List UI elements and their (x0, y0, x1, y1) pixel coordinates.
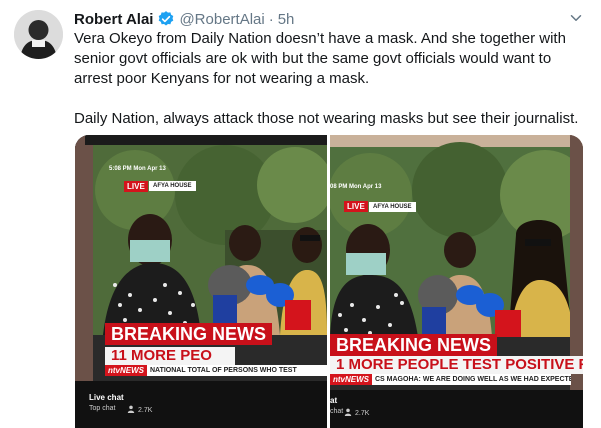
viewer-count-value: 2.7K (355, 409, 370, 417)
tweet-media: 5:08 PM Mon Apr 13 LIVE AFYA HOUSE BREAK… (75, 135, 583, 428)
ticker-text: NATIONAL TOTAL OF PERSONS WHO TEST (150, 367, 297, 374)
viewer-count: 2.7K (127, 405, 152, 415)
live-chat-bar: Live chat Top chat 2.7K (75, 381, 327, 428)
news-headline: 1 MORE PEOPLE TEST POSITIVE FOR C (330, 356, 583, 374)
news-ticker: ntvNEWS NATIONAL TOTAL OF PERSONS WHO TE… (105, 365, 327, 376)
ticker-text: CS MAGOHA: WE ARE DOING WELL AS WE HAD E… (375, 376, 571, 383)
tweet-text: Vera Okeyo from Daily Nation doesn’t hav… (74, 29, 589, 129)
separator-dot: · (268, 10, 274, 28)
tv-clock: 08 PM Mon Apr 13 (330, 184, 382, 190)
media-photo-right[interactable]: 08 PM Mon Apr 13 LIVE AFYA HOUSE BREAKIN… (330, 135, 583, 428)
media-photo-left[interactable]: 5:08 PM Mon Apr 13 LIVE AFYA HOUSE BREAK… (75, 135, 327, 428)
breaking-news-banner: BREAKING NEWS (330, 334, 498, 356)
location-badge: AFYA HOUSE (369, 202, 416, 212)
person-icon (344, 408, 352, 418)
tweet-paragraph: Vera Okeyo from Daily Nation doesn’t hav… (74, 30, 566, 87)
author-handle[interactable]: @RobertAlai (179, 11, 264, 28)
viewer-count-value: 2.7K (138, 406, 153, 414)
live-badge: LIVE (344, 201, 368, 212)
ntv-logo: ntvNEWS (105, 365, 147, 376)
tweet[interactable]: Robert Alai @RobertAlai · 5h Vera Okeyo … (0, 0, 601, 428)
live-chat-title: at (330, 396, 338, 405)
live-chat-bar: at chat 2.7K (330, 390, 583, 428)
chevron-down-icon[interactable] (567, 9, 585, 27)
breaking-news-banner: BREAKING NEWS (105, 323, 273, 345)
viewer-count: 2.7K (344, 408, 369, 418)
top-chat-label: Top chat (89, 405, 116, 412)
live-badge: LIVE (124, 181, 148, 192)
ntv-logo: ntvNEWS (330, 374, 372, 385)
tweet-timestamp[interactable]: 5h (278, 11, 295, 28)
live-chat-title: Live chat (89, 393, 124, 402)
location-badge: AFYA HOUSE (149, 181, 196, 191)
news-headline: 11 MORE PEO (105, 347, 235, 365)
tweet-header: Robert Alai @RobertAlai · 5h (74, 9, 294, 29)
avatar[interactable] (14, 10, 63, 59)
person-icon (127, 405, 135, 415)
tv-clock: 5:08 PM Mon Apr 13 (109, 166, 166, 172)
tweet-paragraph: Daily Nation, always attack those not we… (74, 110, 579, 127)
author-name[interactable]: Robert Alai (74, 11, 153, 28)
news-ticker: ntvNEWS CS MAGOHA: WE ARE DOING WELL AS … (330, 374, 571, 385)
top-chat-label: chat (330, 408, 344, 415)
verified-badge-icon (157, 10, 175, 28)
